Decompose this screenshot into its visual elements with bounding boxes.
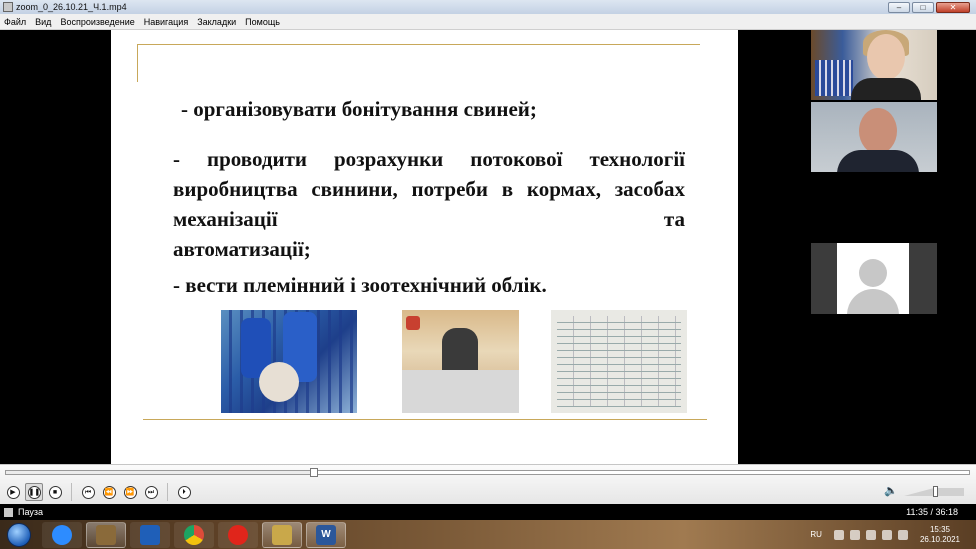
playback-controls: ▶ ❚❚ ■ ⏮ ⏪ ⏩ ⏭ ⏵ 🔈 — [0, 464, 976, 504]
rewind-button[interactable]: ⏪ — [100, 483, 118, 501]
volume-slider-handle[interactable] — [933, 486, 938, 497]
taskbar-item-save[interactable] — [130, 521, 170, 548]
frame-step-button[interactable]: ⏵ — [175, 483, 193, 501]
window-controls: – □ ✕ — [888, 1, 970, 13]
fast-forward-button[interactable]: ⏩ — [121, 483, 139, 501]
participant-video-1[interactable] — [811, 30, 937, 100]
slide-top-rule — [137, 44, 700, 45]
clock-date: 26.10.2021 — [919, 534, 960, 544]
rewind-icon: ⏪ — [102, 485, 116, 499]
windows-logo-icon — [7, 522, 31, 547]
frame-step-icon: ⏵ — [177, 485, 191, 499]
minimize-button[interactable]: – — [888, 1, 910, 13]
media-player-icon — [96, 524, 116, 545]
taskbar-item-media-player[interactable] — [86, 521, 126, 548]
media-player-window: zoom_0_26.10.21_Ч.1.mp4 – □ ✕ Файл Вид В… — [0, 0, 976, 549]
app-icon — [3, 2, 13, 12]
next-button[interactable]: ⏭ — [142, 483, 160, 501]
language-indicator[interactable]: RU — [810, 530, 822, 539]
clock[interactable]: 15:35 26.10.2021 — [920, 525, 960, 545]
participant-video-2[interactable] — [811, 102, 937, 172]
stop-icon: ■ — [48, 485, 62, 499]
toolbar-separator — [71, 483, 72, 501]
taskbar: W RU 15:35 26.10.2021 — [0, 520, 976, 549]
menu-bookmarks[interactable]: Закладки — [197, 17, 236, 27]
taskbar-item-zoom[interactable] — [42, 521, 82, 548]
maximize-button[interactable]: □ — [912, 1, 934, 13]
stop-button[interactable]: ■ — [46, 483, 64, 501]
video-area[interactable]: - організовувати бонітування свиней; - п… — [0, 30, 976, 464]
clock-time: 15:35 — [929, 524, 950, 534]
photo-office-worker — [402, 310, 519, 413]
seek-bar-played — [6, 471, 315, 474]
slide-bullet-2-end: автоматизації; — [173, 237, 311, 261]
skip-back-icon: ⏮ — [81, 485, 95, 499]
status-bar: Пауза 11:35 / 36:18 — [0, 504, 976, 520]
menu-playback[interactable]: Воспроизведение — [60, 17, 134, 27]
time-position: 11:35 / 36:18 — [906, 507, 958, 517]
signal-icon[interactable] — [897, 529, 908, 540]
save-icon — [140, 524, 160, 545]
photo-records-document — [551, 310, 687, 413]
volume-icon[interactable] — [881, 529, 892, 540]
play-icon: ▶ — [6, 485, 20, 499]
word-icon: W — [316, 524, 336, 545]
close-button[interactable]: ✕ — [936, 1, 970, 13]
show-hidden-icons-icon[interactable] — [833, 529, 844, 540]
menu-file[interactable]: Файл — [4, 17, 26, 27]
taskbar-item-opera[interactable] — [218, 521, 258, 548]
toolbar-separator — [167, 483, 168, 501]
taskbar-item-word[interactable]: W — [306, 521, 346, 548]
previous-button[interactable]: ⏮ — [79, 483, 97, 501]
photo-pig-grading — [221, 310, 357, 413]
start-button[interactable] — [0, 521, 38, 549]
slide-left-rule — [137, 44, 138, 82]
speaker-icon[interactable]: 🔈 — [884, 485, 898, 497]
opera-icon — [228, 524, 248, 545]
default-avatar-icon — [837, 243, 909, 314]
pause-icon: ❚❚ — [27, 485, 41, 499]
taskbar-item-film[interactable] — [262, 521, 302, 548]
transport-buttons: ▶ ❚❚ ■ ⏮ ⏪ ⏩ ⏭ ⏵ — [4, 483, 193, 501]
window-title: zoom_0_26.10.21_Ч.1.mp4 — [16, 2, 127, 12]
system-tray: RU 15:35 26.10.2021 — [810, 520, 976, 549]
participant-video-3[interactable] — [811, 243, 937, 314]
play-button[interactable]: ▶ — [4, 483, 22, 501]
network-icon[interactable] — [865, 529, 876, 540]
skip-forward-icon: ⏭ — [144, 485, 158, 499]
slide-bullet-1: - організовувати бонітування свиней; — [181, 97, 537, 121]
taskbar-item-chrome[interactable] — [174, 521, 214, 548]
chrome-icon — [184, 524, 204, 545]
status-icon — [4, 507, 13, 517]
presentation-slide: - організовувати бонітування свиней; - п… — [111, 30, 738, 464]
menu-bar: Файл Вид Воспроизведение Навигация Закла… — [0, 14, 976, 30]
menu-view[interactable]: Вид — [35, 17, 51, 27]
seek-bar-handle[interactable] — [310, 468, 319, 477]
pause-button[interactable]: ❚❚ — [25, 483, 43, 501]
slide-bottom-rule — [143, 419, 707, 420]
playback-state: Пауза — [18, 507, 44, 517]
slide-bullet-2: - проводити розрахунки потокової техноло… — [173, 147, 685, 231]
volume-slider[interactable] — [904, 486, 964, 497]
fast-forward-icon: ⏩ — [123, 485, 137, 499]
menu-help[interactable]: Помощь — [245, 17, 280, 27]
slide-bullet-3: - вести племінний і зоотехнічний облік. — [173, 273, 547, 297]
volume-control: 🔈 — [884, 485, 964, 497]
action-center-icon[interactable] — [849, 529, 860, 540]
seek-bar[interactable] — [5, 468, 970, 477]
film-icon — [272, 524, 292, 545]
zoom-icon — [52, 524, 72, 545]
menu-navigation[interactable]: Навигация — [144, 17, 188, 27]
title-bar: zoom_0_26.10.21_Ч.1.mp4 – □ ✕ — [0, 0, 976, 14]
